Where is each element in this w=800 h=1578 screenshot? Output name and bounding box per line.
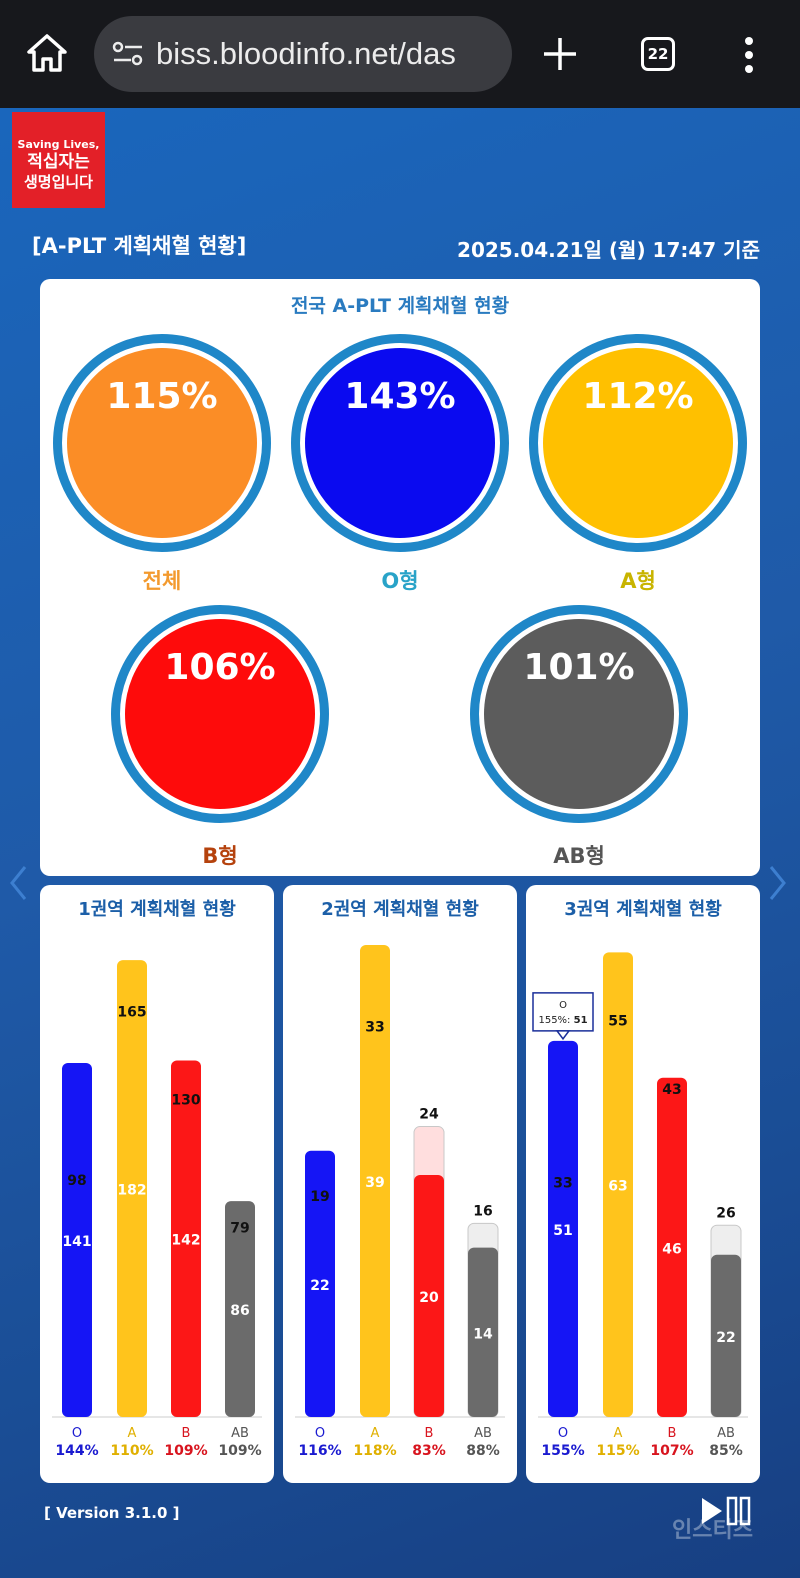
- bubble-o-label: O형: [381, 569, 419, 593]
- actual-value-label: 14: [473, 1326, 493, 1342]
- browser-toolbar: biss.bloodinfo.net/das 22: [0, 0, 800, 108]
- tooltip-prefix: 155%:: [538, 1015, 573, 1026]
- tab-switcher-button[interactable]: 22: [641, 37, 675, 71]
- bubble-a-pct: 112%: [582, 376, 694, 417]
- region-2-chart: 22 19 O 116% 39 33 A 118% 20 24 B 83% 14 16 AB 88%: [295, 945, 505, 1459]
- x-tick-label: A: [128, 1426, 137, 1441]
- x-tick-label: AB: [474, 1426, 492, 1441]
- x-tick-label: A: [371, 1426, 380, 1441]
- next-slide-icon[interactable]: [766, 863, 788, 903]
- actual-value-label: 141: [62, 1234, 91, 1250]
- region-2-panel: 2권역 계획채혈 현황 22 19 O 116% 39 33 A 118% 20 24 B 83% 14…: [283, 885, 517, 1483]
- pct-label: 109%: [164, 1443, 207, 1459]
- plan-value-label: 33: [553, 1176, 572, 1192]
- actual-value-label: 182: [117, 1183, 146, 1199]
- tooltip-value: 51: [574, 1015, 588, 1026]
- x-tick-label: B: [182, 1426, 191, 1441]
- bubble-total-pct: 115%: [106, 376, 218, 417]
- actual-value-label: 22: [310, 1278, 329, 1294]
- bubble-a-fill: 112%: [543, 348, 733, 538]
- plan-value-label: 16: [473, 1203, 492, 1219]
- bubble-total-label: 전체: [142, 569, 182, 593]
- bubble-o-pct: 143%: [344, 376, 456, 417]
- bubble-o: 143%: [291, 334, 509, 552]
- site-settings-icon[interactable]: [112, 40, 144, 68]
- bubble-ab: 101%: [470, 605, 688, 823]
- pct-label: 116%: [298, 1443, 341, 1459]
- tooltip-pointer: [555, 1030, 571, 1041]
- prev-slide-icon[interactable]: [8, 863, 30, 903]
- bubble-o-fill: 143%: [305, 348, 495, 538]
- region-1-panel: 1권역 계획채혈 현황 141 98 O 144% 182 165 A 110% 142 130 B…: [40, 885, 274, 1483]
- bubble-b-fill: 106%: [125, 619, 315, 809]
- watermark: 인스티즈: [672, 1518, 753, 1543]
- actual-value-label: 46: [662, 1241, 681, 1257]
- national-panel: 전국 A-PLT 계획채혈 현황 115% 전체 143% O형 112% A형…: [40, 279, 760, 876]
- url-text[interactable]: biss.bloodinfo.net/das: [156, 34, 496, 74]
- x-tick-label: O: [72, 1426, 82, 1441]
- bubble-a-label: A형: [620, 569, 656, 593]
- timestamp: 2025.04.21일 (월) 17:47 기준: [457, 238, 760, 262]
- x-tick-label: B: [425, 1426, 434, 1441]
- pct-label: 155%: [541, 1443, 584, 1459]
- actual-value-label: 86: [230, 1303, 249, 1319]
- redcross-logo: Saving Lives, 적십자는 생명입니다: [12, 112, 105, 208]
- x-tick-label: B: [668, 1426, 677, 1441]
- actual-value-label: 39: [365, 1175, 384, 1191]
- bubble-a: 112%: [529, 334, 747, 552]
- bubble-total: 115%: [53, 334, 271, 552]
- plan-value-label: 26: [716, 1205, 735, 1221]
- plan-value-label: 55: [608, 1013, 627, 1029]
- national-title: 전국 A-PLT 계획채혈 현황: [290, 295, 510, 317]
- pct-label: 85%: [709, 1443, 743, 1459]
- page-title: [A-PLT 계획채혈 현황]: [32, 234, 247, 258]
- pct-label: 109%: [218, 1443, 261, 1459]
- actual-value-label: 20: [419, 1290, 439, 1306]
- pct-label: 118%: [353, 1443, 396, 1459]
- x-tick-label: A: [614, 1426, 623, 1441]
- pct-label: 83%: [412, 1443, 446, 1459]
- actual-value-label: 51: [553, 1223, 572, 1239]
- plan-value-label: 43: [662, 1082, 681, 1098]
- new-tab-icon[interactable]: [540, 34, 580, 74]
- plan-value-label: 79: [230, 1221, 249, 1237]
- dashboard-page: Saving Lives, 적십자는 생명입니다 [A-PLT 계획채혈 현황]…: [0, 108, 800, 1578]
- actual-value-label: 63: [608, 1179, 627, 1195]
- actual-value-label: 142: [171, 1233, 200, 1249]
- home-icon[interactable]: [24, 30, 70, 76]
- bubble-ab-label: AB형: [553, 844, 605, 868]
- x-tick-label: O: [558, 1426, 568, 1441]
- region-1-chart: 141 98 O 144% 182 165 A 110% 142 130 B 109% 86 79 AB 10…: [52, 960, 262, 1459]
- plan-value-label: 98: [67, 1173, 86, 1189]
- pct-label: 107%: [650, 1443, 693, 1459]
- plan-value-label: 19: [310, 1189, 329, 1205]
- bubble-ab-fill: 101%: [484, 619, 674, 809]
- version-label: [ Version 3.1.0 ]: [44, 1504, 180, 1522]
- more-menu-icon[interactable]: [744, 36, 754, 74]
- plan-value-label: 130: [171, 1093, 200, 1109]
- plan-value-label: 24: [419, 1107, 439, 1123]
- plan-value-label: 33: [365, 1020, 384, 1036]
- address-bar[interactable]: biss.bloodinfo.net/das: [94, 16, 512, 92]
- tooltip-line2: 155%: 51: [538, 1015, 587, 1026]
- region-3-panel: 3권역 계획채혈 현황 51 33 O 155% 63 55 A 115% 46 43 B 107% 2…: [526, 885, 760, 1483]
- tooltip-line1: O: [559, 1000, 567, 1011]
- plan-value-label: 165: [117, 1005, 146, 1021]
- region-3-chart: 51 33 O 155% 63 55 A 115% 46 43 B 107% 22 26 AB 85% O 155…: [532, 952, 748, 1459]
- bubble-ab-pct: 101%: [523, 647, 635, 688]
- bubble-total-fill: 115%: [67, 348, 257, 538]
- actual-value-label: 22: [716, 1330, 735, 1346]
- pct-label: 88%: [466, 1443, 500, 1459]
- x-tick-label: AB: [231, 1426, 249, 1441]
- pct-label: 110%: [110, 1443, 153, 1459]
- bubble-b-pct: 106%: [164, 647, 276, 688]
- x-tick-label: AB: [717, 1426, 735, 1441]
- x-tick-label: O: [315, 1426, 325, 1441]
- pct-label: 144%: [55, 1443, 98, 1459]
- bubble-b-label: B형: [202, 844, 238, 868]
- pct-label: 115%: [596, 1443, 639, 1459]
- bubble-b: 106%: [111, 605, 329, 823]
